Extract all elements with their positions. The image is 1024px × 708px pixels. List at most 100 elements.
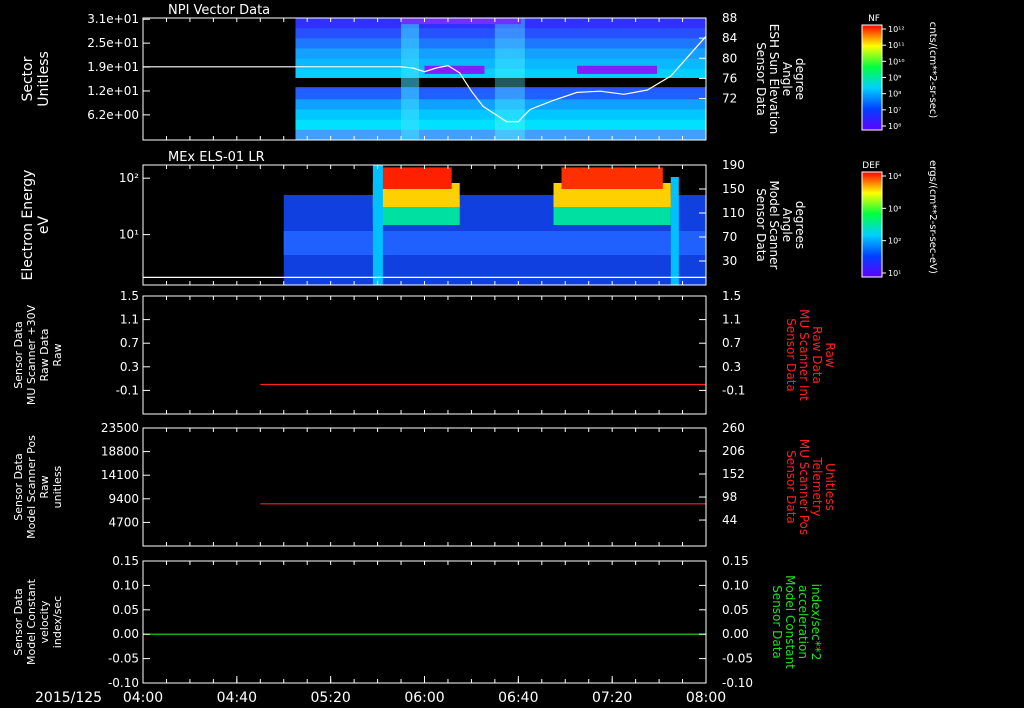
y-axis-label: Unitless [36,51,52,107]
panel-2: 10² 10¹ 190 150 110 70 30 MEx ELS-01 LR Electron… [20,150,807,286]
y2-axis-label: Sensor Data [784,318,798,392]
y2-tick-label: -0.05 [722,652,753,666]
colorbar-1: NF 10¹² 10¹¹ 10¹⁰ 10⁹ 10⁸ 10⁷ 10⁶ cnts/(cm**2-sr… [861,14,938,131]
y2-tick-label: 76 [722,71,737,85]
y2-tick-label: 30 [722,254,737,268]
y-tick-label: 10² [119,171,139,185]
y2-axis-label: MU Scanner Int [797,309,811,401]
y2-axis-label: Sensor Data [784,450,798,524]
y-axis-label: velocity [38,600,51,643]
y2-axis-label: degrees [793,201,807,249]
colorbar-tick-label: 10⁶ [888,122,901,131]
y2-axis-label: Angle [780,208,794,242]
spectrogram-region [380,167,452,189]
y-tick-label: 18800 [101,445,139,459]
colorbar-label: DEF [862,161,880,171]
y-tick-label: 0.3 [120,360,139,374]
colorbar-units: ergs/(cm**2-sr-sec-eV) [927,160,938,274]
y-axis-label: Sector [20,56,36,101]
y2-axis-label: Raw [823,342,837,367]
x-tick-label: 04:40 [217,690,257,706]
y-axis-label: Raw [51,343,64,366]
colorbar-tick-label: 10³ [888,204,901,213]
y2-axis-label: Telemetry [810,456,824,516]
y-tick-label: 4700 [108,515,139,529]
y2-tick-label: 44 [722,513,737,527]
y-tick-label: 1.1 [120,313,139,327]
y-tick-label: 6.2e+00 [87,108,139,122]
spectrogram-1 [295,18,706,141]
y-axis-label: Sensor Data [12,588,25,655]
y2-axis-label: index/sec**2 [809,584,823,661]
colorbar-tick-label: 10¹² [888,25,905,34]
x-tick-label: 06:00 [404,690,444,706]
colorbar-tick-label: 10¹¹ [888,41,905,50]
spectrogram-streak [372,165,383,285]
y-tick-label: 2.5e+01 [87,36,139,50]
y-tick-label: 0.05 [112,603,139,617]
y-axis-label: eV [36,215,52,234]
y2-tick-label: 0.15 [722,554,749,568]
y-axis-label: MU Scanner +30V [25,304,38,405]
y2-tick-label: 88 [722,11,737,25]
x-tick-label: 08:00 [686,690,726,706]
colorbar-tick-label: 10¹⁰ [888,57,905,66]
y-tick-label: 0.10 [112,578,139,592]
y2-tick-label: 84 [722,31,737,45]
spectrogram-background [283,231,706,255]
y2-tick-label: 0.7 [722,336,741,350]
y-tick-label: 1.9e+01 [87,60,139,74]
colorbar-label: NF [868,14,880,24]
y2-tick-label: -0.10 [722,676,753,690]
y-axis-label: Electron Energy [20,170,36,281]
y-axis-label: Sensor Data [12,453,25,520]
y2-tick-label: 206 [722,444,745,458]
y2-tick-label: 260 [722,421,745,435]
panel-frame [142,427,707,547]
plot-canvas: 3.1e+01 2.5e+01 1.9e+01 1.2e+01 6.2e+00 88 84 8… [12,3,938,706]
spectrogram-patch [401,18,522,25]
y-tick-label: 10¹ [119,228,139,242]
y-axis-label: Model Constant [25,578,38,665]
y-tick-label: 14100 [101,468,139,482]
y2-tick-label: 0.05 [722,603,749,617]
y2-tick-label: 0.00 [722,627,749,641]
y2-tick-label: 150 [722,182,745,196]
panel-1: 3.1e+01 2.5e+01 1.9e+01 1.2e+01 6.2e+00 88 84 8… [20,3,807,141]
y2-tick-label: 190 [722,158,745,172]
panel-frame [142,295,707,415]
y-axis-label: unitless [51,465,64,508]
colorbar-gradient [862,172,882,277]
panel-group: 3.1e+01 2.5e+01 1.9e+01 1.2e+01 6.2e+00 88 84 8… [12,3,837,690]
colorbar-tick-label: 10⁹ [888,74,901,83]
colorbar-tick-label: 10¹ [888,269,901,278]
spectrogram-streak [401,18,420,140]
y2-tick-label: 1.5 [722,289,741,303]
y2-axis-label: Model Constant [783,575,797,669]
colorbar-tick-label: 10⁴ [888,172,901,181]
y2-axis-label: Sensor Data [754,188,768,262]
y2-axis-label: ESH Sun Elevation [767,24,781,134]
y-tick-label: 1.2e+01 [87,84,139,98]
y2-axis-label: Model Scanner [767,181,781,270]
colorbar-group: NF 10¹² 10¹¹ 10¹⁰ 10⁹ 10⁸ 10⁷ 10⁶ cnts/(cm**2-sr… [861,14,938,278]
y-axis-label: index/sec [51,596,64,648]
panel-title: MEx ELS-01 LR [168,150,265,165]
y2-tick-label: 80 [722,51,737,65]
y2-tick-label: 110 [722,206,745,220]
panel-5: 0.15 0.10 0.05 0.00 -0.05 -0.10 0.15 0.10 0.05 0.… [12,554,823,690]
y-tick-label: 23500 [101,421,139,435]
x-tick-label: 05:20 [310,690,350,706]
y-tick-label: -0.10 [108,676,139,690]
x-tick-label: 07:20 [592,690,632,706]
y2-tick-label: 70 [722,230,737,244]
y-axis-label: Raw Data [38,329,51,382]
spectrogram-2 [283,165,706,285]
spectrogram-region [561,167,663,189]
spectrogram-patch [576,65,657,74]
panel-title: NPI Vector Data [168,3,270,18]
y-tick-label: 0.00 [112,627,139,641]
y2-tick-label: 72 [722,92,737,106]
colorbar-tick-label: 10⁷ [888,106,901,115]
y-tick-label: 0.15 [112,554,139,568]
